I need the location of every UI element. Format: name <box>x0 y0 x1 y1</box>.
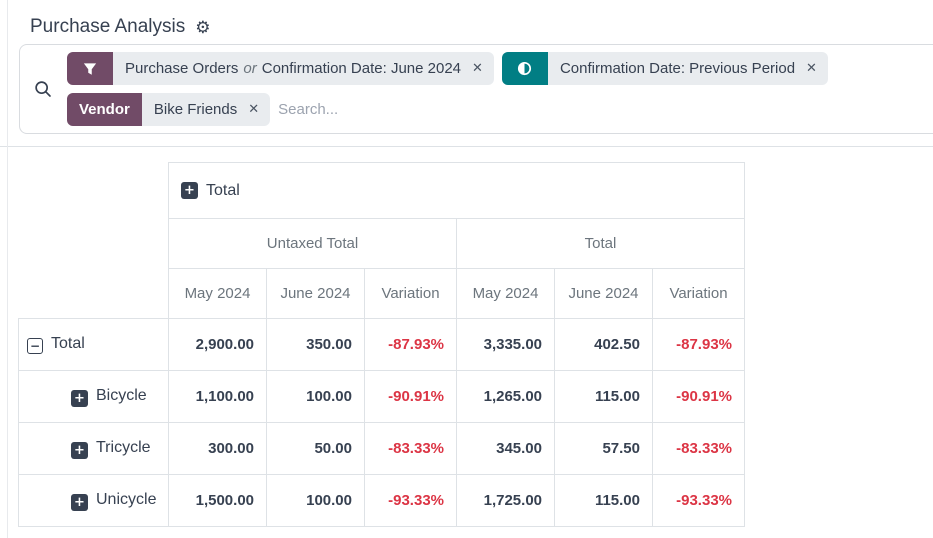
expand-row-icon[interactable]: + <box>71 390 88 407</box>
pivot-cell: 350.00 <box>267 319 365 371</box>
search-icon <box>20 80 67 98</box>
pivot-cell: 402.50 <box>555 319 653 371</box>
search-bar: Purchase Orders or Confirmation Date: Ju… <box>19 44 933 134</box>
pivot-cell-variation: -90.91% <box>653 371 745 423</box>
pivot-row-total: −Total 2,900.00 350.00 -87.93% 3,335.00 … <box>19 319 745 371</box>
pivot-cell: 1,725.00 <box>457 475 555 527</box>
pivot-cell: 1,100.00 <box>169 371 267 423</box>
comparison-facet-value: Confirmation Date: Previous Period <box>560 60 795 77</box>
search-facets: Purchase Orders or Confirmation Date: Ju… <box>67 52 933 126</box>
vendor-facet-label: Bike Friends <box>142 93 245 126</box>
gear-icon[interactable]: ⚙ <box>195 18 210 37</box>
filter-facet-label: Purchase Orders or Confirmation Date: Ju… <box>113 52 469 85</box>
expand-row-icon[interactable]: + <box>71 494 88 511</box>
row-label: Total <box>51 335 85 352</box>
pivot-cell: 3,335.00 <box>457 319 555 371</box>
comparison-icon <box>502 52 548 85</box>
remove-vendor-facet-icon[interactable]: ✕ <box>245 93 270 126</box>
filter-facet: Purchase Orders or Confirmation Date: Ju… <box>67 52 494 85</box>
vendor-facet: Vendor Bike Friends ✕ <box>67 93 270 126</box>
collapse-row-icon[interactable]: − <box>27 338 43 354</box>
period-header[interactable]: Variation <box>653 269 745 319</box>
pivot-table: + Total Untaxed Total Total May 2024 Jun… <box>18 162 745 527</box>
row-header-total[interactable]: −Total <box>19 319 169 371</box>
pivot-cell: 57.50 <box>555 423 653 475</box>
column-group-label: Total <box>206 182 240 200</box>
vendor-facet-value: Bike Friends <box>154 101 237 118</box>
period-header[interactable]: Variation <box>365 269 457 319</box>
row-header-unicycle[interactable]: + Unicycle <box>19 475 169 527</box>
facet-connector: or <box>243 60 256 77</box>
page-title: Purchase Analysis <box>30 16 185 38</box>
pivot-row-unicycle: + Unicycle 1,500.00 100.00 -93.33% 1,725.… <box>19 475 745 527</box>
pivot-cell-variation: -90.91% <box>365 371 457 423</box>
pivot-cell-variation: -93.33% <box>653 475 745 527</box>
measure-header-total[interactable]: Total <box>457 219 745 269</box>
remove-comparison-facet-icon[interactable]: ✕ <box>803 52 828 85</box>
pivot-cell: 2,900.00 <box>169 319 267 371</box>
pivot-cell-variation: -87.93% <box>653 319 745 371</box>
pivot-cell: 115.00 <box>555 475 653 527</box>
pivot-cell-variation: -87.93% <box>365 319 457 371</box>
row-label: Tricycle <box>96 439 151 456</box>
pivot-cell: 345.00 <box>457 423 555 475</box>
pivot-column-group-header[interactable]: + Total <box>169 163 745 219</box>
pivot-cell: 300.00 <box>169 423 267 475</box>
period-header[interactable]: June 2024 <box>267 269 365 319</box>
pivot-cell: 1,500.00 <box>169 475 267 527</box>
pivot-cell-variation: -93.33% <box>365 475 457 527</box>
filter-facet-value: Purchase Orders <box>125 60 238 77</box>
control-panel-divider <box>0 146 933 147</box>
row-header-bicycle[interactable]: + Bicycle <box>19 371 169 423</box>
pivot-corner-cell <box>19 163 169 319</box>
vendor-facet-field: Vendor <box>67 93 142 126</box>
comparison-facet: Confirmation Date: Previous Period ✕ <box>502 52 828 85</box>
period-header[interactable]: May 2024 <box>169 269 267 319</box>
pivot-cell: 1,265.00 <box>457 371 555 423</box>
pivot-cell: 50.00 <box>267 423 365 475</box>
pivot-row-bicycle: + Bicycle 1,100.00 100.00 -90.91% 1,265.0… <box>19 371 745 423</box>
comparison-facet-label: Confirmation Date: Previous Period <box>548 52 803 85</box>
expand-row-icon[interactable]: + <box>71 442 88 459</box>
content-left-border <box>7 0 8 538</box>
pivot-cell: 100.00 <box>267 371 365 423</box>
remove-filter-facet-icon[interactable]: ✕ <box>469 52 494 85</box>
search-input[interactable] <box>278 93 933 126</box>
view-header: Purchase Analysis ⚙ <box>0 0 933 44</box>
filter-facet-value: Confirmation Date: June 2024 <box>262 60 461 77</box>
pivot-cell: 115.00 <box>555 371 653 423</box>
pivot-cell-variation: -83.33% <box>365 423 457 475</box>
pivot-cell-variation: -83.33% <box>653 423 745 475</box>
filter-icon <box>67 52 113 85</box>
row-header-tricycle[interactable]: + Tricycle <box>19 423 169 475</box>
pivot-cell: 100.00 <box>267 475 365 527</box>
period-header[interactable]: May 2024 <box>457 269 555 319</box>
measure-header-untaxed-total[interactable]: Untaxed Total <box>169 219 457 269</box>
row-label: Bicycle <box>96 387 147 404</box>
period-header[interactable]: June 2024 <box>555 269 653 319</box>
row-label: Unicycle <box>96 491 156 508</box>
expand-column-icon[interactable]: + <box>181 182 198 199</box>
pivot-row-tricycle: + Tricycle 300.00 50.00 -83.33% 345.00 57… <box>19 423 745 475</box>
pivot-colgroup-row: + Total <box>19 163 745 219</box>
